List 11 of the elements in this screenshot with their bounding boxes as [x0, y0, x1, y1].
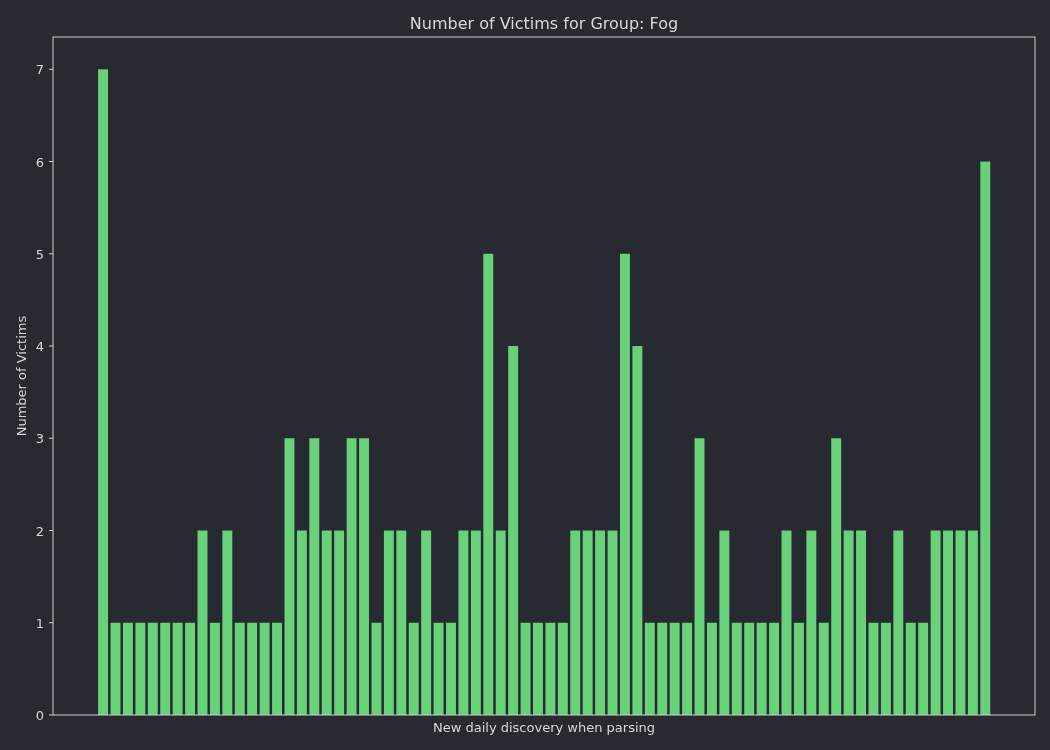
y-tick-label: 2: [35, 523, 44, 539]
y-tick-label: 4: [35, 339, 44, 354]
y-tick-label: 0: [35, 708, 44, 723]
y-tick-label: 6: [35, 154, 44, 170]
y-tick-label: 1: [35, 615, 44, 631]
y-tick-label: 3: [35, 431, 44, 447]
y-axis-label: Number of Victims: [14, 315, 29, 437]
x-axis-label: New daily discovery when parsing: [433, 720, 655, 735]
y-tick-label: 5: [35, 246, 44, 262]
chart-title: Number of Victims for Group: Fog: [409, 14, 679, 33]
y-tick-label: 7: [35, 62, 44, 78]
